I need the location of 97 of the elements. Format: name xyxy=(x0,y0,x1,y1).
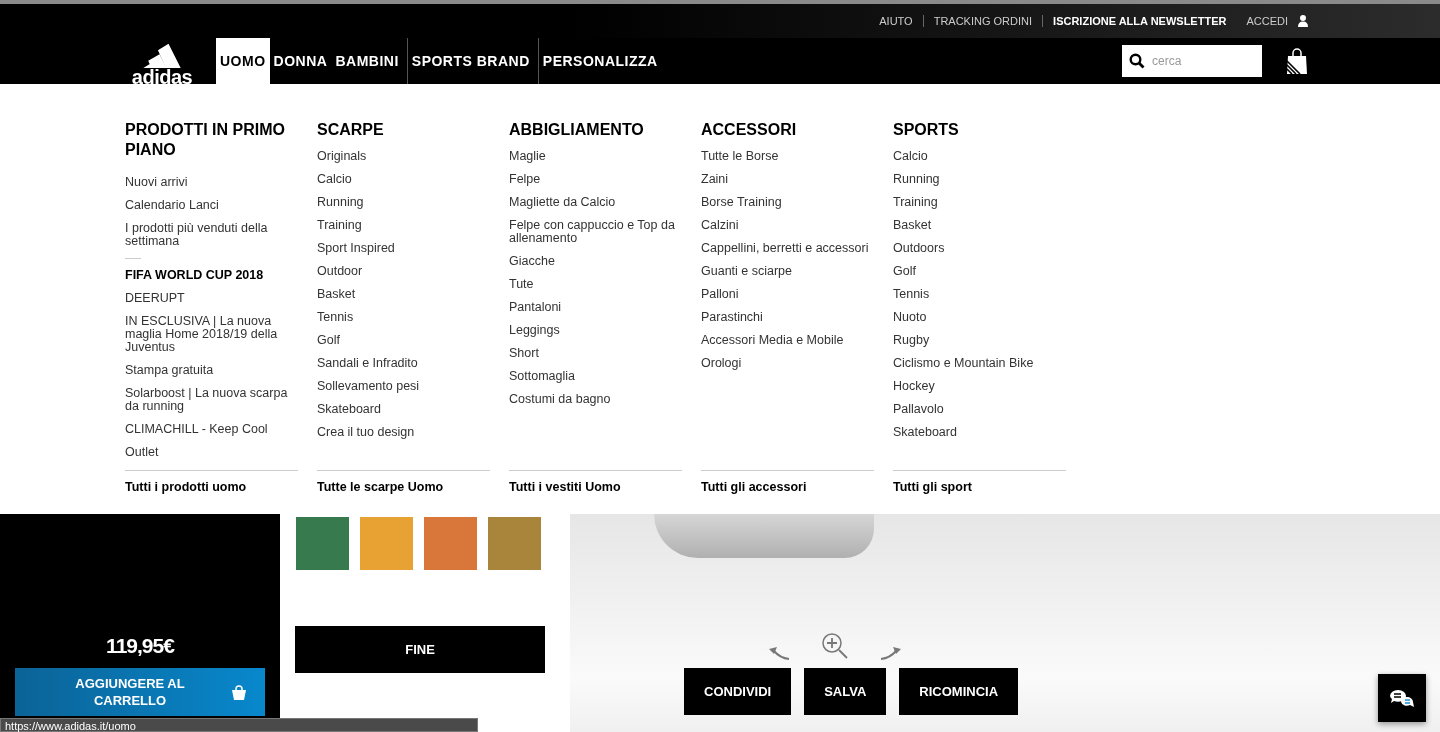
utility-link[interactable]: AIUTO xyxy=(869,15,924,27)
menu-link[interactable]: Tennis xyxy=(317,311,490,324)
menu-link[interactable]: I prodotti più venduti della settimana xyxy=(125,222,298,248)
menu-link[interactable]: Sollevamento pesi xyxy=(317,380,490,393)
color-swatch[interactable] xyxy=(360,517,413,570)
menu-heading[interactable]: PRODOTTI IN PRIMO PIANO xyxy=(125,120,298,166)
menu-link[interactable]: Pantaloni xyxy=(509,301,682,314)
utility-link[interactable]: ACCEDI xyxy=(1236,15,1298,27)
logo-wordmark[interactable]: adidas xyxy=(131,68,193,86)
menu-link[interactable]: Palloni xyxy=(701,288,874,301)
menu-footer-link[interactable]: Tutti i prodotti uomo xyxy=(125,470,298,500)
color-swatch[interactable] xyxy=(424,517,477,570)
menu-link[interactable]: Sport Inspired xyxy=(317,242,490,255)
menu-link[interactable]: Rugby xyxy=(893,334,1066,347)
menu-link[interactable]: Golf xyxy=(893,265,1066,278)
action-button[interactable]: CONDIVIDI xyxy=(684,668,792,715)
menu-link[interactable]: Running xyxy=(317,196,490,209)
utility-link[interactable]: ISCRIZIONE ALLA NEWSLETTER xyxy=(1043,15,1237,27)
menu-link[interactable]: Parastinchi xyxy=(701,311,874,324)
menu-link[interactable]: Tute xyxy=(509,278,682,291)
menu-link[interactable]: Calendario Lanci xyxy=(125,199,298,212)
menu-footer-link[interactable]: Tutte le scarpe Uomo xyxy=(317,470,490,500)
search-icon xyxy=(1129,53,1145,69)
menu-footer-link[interactable]: Tutti i vestiti Uomo xyxy=(509,470,682,500)
price: 119,95€ xyxy=(106,634,174,658)
menu-link[interactable]: Ciclismo e Mountain Bike xyxy=(893,357,1066,370)
finish-button[interactable]: FINE xyxy=(295,626,545,673)
menu-link[interactable]: Outdoor xyxy=(317,265,490,278)
search-field[interactable]: cerca xyxy=(1122,45,1262,77)
menu-link[interactable]: DEERUPT xyxy=(125,292,298,305)
logo-stripes-icon[interactable] xyxy=(141,42,183,68)
menu-link[interactable]: Originals xyxy=(317,150,490,163)
menu-link[interactable]: Magliette da Calcio xyxy=(509,196,682,209)
menu-link[interactable]: Solarboost | La nuova scarpa da running xyxy=(125,387,298,413)
menu-link[interactable]: CLIMACHILL - Keep Cool xyxy=(125,423,298,436)
color-swatch[interactable] xyxy=(296,517,349,570)
menu-link[interactable]: Skateboard xyxy=(893,426,1066,439)
menu-link[interactable]: Training xyxy=(317,219,490,232)
utility-link[interactable]: TRACKING ORDINI xyxy=(923,15,1044,27)
menu-link[interactable]: Tennis xyxy=(893,288,1066,301)
menu-link[interactable]: Golf xyxy=(317,334,490,347)
action-button[interactable]: RICOMINCIA xyxy=(899,668,1019,715)
menu-link[interactable]: Tutte le Borse xyxy=(701,150,874,163)
add-to-cart-button[interactable]: AGGIUNGERE AL CARRELLO xyxy=(15,668,265,716)
menu-link[interactable]: Cappellini, berretti e accessori xyxy=(701,242,874,255)
menu-link[interactable]: IN ESCLUSIVA | La nuova maglia Home 2018/19 della Juventus xyxy=(125,315,298,354)
menu-link[interactable]: FIFA WORLD CUP 2018 xyxy=(125,269,298,282)
user-icon[interactable] xyxy=(1298,15,1308,27)
menu-link[interactable]: Skateboard xyxy=(317,403,490,416)
menu-link[interactable]: Basket xyxy=(893,219,1066,232)
status-bar-url: https://www.adidas.it/uomo xyxy=(0,718,478,732)
menu-heading[interactable]: SPORTS xyxy=(893,120,1066,140)
menu-link[interactable]: Nuoto xyxy=(893,311,1066,324)
rotate-right-icon[interactable] xyxy=(880,646,902,660)
action-button[interactable]: SALVA xyxy=(804,668,887,715)
rotate-left-icon[interactable] xyxy=(768,646,790,660)
menu-link[interactable]: Leggings xyxy=(509,324,682,337)
chat-bubbles-icon xyxy=(1389,688,1415,708)
menu-link[interactable]: Calzini xyxy=(701,219,874,232)
menu-link[interactable]: Outlet xyxy=(125,446,298,459)
menu-link[interactable]: Pallavolo xyxy=(893,403,1066,416)
menu-link[interactable]: Guanti e sciarpe xyxy=(701,265,874,278)
menu-link[interactable]: Felpe con cappuccio e Top da allenamento xyxy=(509,219,682,245)
menu-link[interactable]: Giacche xyxy=(509,255,682,268)
menu-link[interactable]: Felpe xyxy=(509,173,682,186)
nav-tab[interactable]: DONNA xyxy=(269,38,332,84)
menu-link[interactable]: Calcio xyxy=(317,173,490,186)
menu-link[interactable]: Hockey xyxy=(893,380,1066,393)
basket-icon xyxy=(231,684,247,700)
menu-link[interactable]: Zaini xyxy=(701,173,874,186)
zoom-in-icon[interactable] xyxy=(820,632,850,660)
menu-link[interactable]: Borse Training xyxy=(701,196,874,209)
menu-link[interactable]: Crea il tuo design xyxy=(317,426,490,439)
menu-link[interactable]: Maglie xyxy=(509,150,682,163)
menu-link[interactable]: Running xyxy=(893,173,1066,186)
menu-link[interactable]: Stampa gratuita xyxy=(125,364,298,377)
nav-tab[interactable]: BAMBINI xyxy=(331,38,403,84)
nav-tab[interactable]: UOMO xyxy=(216,38,270,84)
menu-heading[interactable]: SCARPE xyxy=(317,120,490,140)
menu-link[interactable]: Orologi xyxy=(701,357,874,370)
menu-link[interactable]: Sottomaglia xyxy=(509,370,682,383)
menu-heading[interactable]: ACCESSORI xyxy=(701,120,874,140)
menu-heading[interactable]: ABBIGLIAMENTO xyxy=(509,120,682,140)
color-swatch[interactable] xyxy=(488,517,541,570)
menu-link[interactable]: Short xyxy=(509,347,682,360)
menu-link[interactable]: Accessori Media e Mobile xyxy=(701,334,874,347)
menu-link[interactable]: Costumi da bagno xyxy=(509,393,682,406)
shopping-bag-icon[interactable] xyxy=(1286,48,1308,74)
menu-link[interactable]: Calcio xyxy=(893,150,1066,163)
menu-footer-link[interactable]: Tutti gli accessori xyxy=(701,470,874,500)
menu-link[interactable]: Training xyxy=(893,196,1066,209)
menu-link[interactable]: Basket xyxy=(317,288,490,301)
menu-footer-link[interactable]: Tutti gli sport xyxy=(893,470,1066,500)
menu-link[interactable]: Outdoors xyxy=(893,242,1066,255)
chat-button[interactable] xyxy=(1378,674,1426,722)
menu-link[interactable]: Nuovi arrivi xyxy=(125,176,298,189)
menu-link[interactable]: Sandali e Infradito xyxy=(317,357,490,370)
